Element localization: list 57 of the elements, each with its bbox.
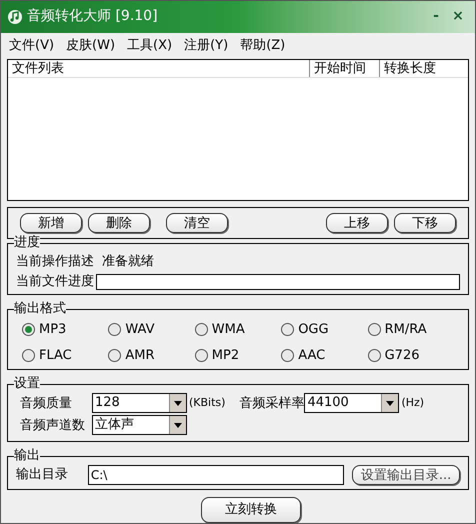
dropdown[interactable]: 128 — [92, 393, 187, 414]
caret-icon — [174, 400, 182, 406]
column-header[interactable]: 转换长度 — [380, 60, 468, 77]
button[interactable]: 上移 — [326, 212, 388, 233]
group-title: 进度 — [14, 234, 40, 251]
radio-button[interactable] — [281, 322, 294, 336]
button[interactable]: 新增 — [20, 212, 82, 233]
radio-button[interactable] — [108, 349, 122, 362]
button[interactable]: 删除 — [88, 212, 150, 233]
radio-button[interactable] — [22, 349, 35, 362]
radio-label: MP3 — [39, 320, 66, 339]
radio-button[interactable] — [194, 349, 208, 362]
field-label: 输出目录 — [16, 466, 69, 484]
dropdown[interactable]: 立体声 — [92, 415, 187, 436]
button[interactable]: 清空 — [166, 212, 228, 233]
field-label: 当前操作描述 — [16, 252, 94, 271]
caret-icon — [386, 400, 394, 406]
status-text: 准备就绪 — [102, 252, 154, 271]
column-header[interactable]: 文件列表 — [8, 60, 310, 77]
field-label: 音频质量 — [20, 394, 73, 413]
radio-label: RM/RA — [384, 320, 427, 339]
input-field[interactable]: C:\ — [88, 465, 344, 486]
unit-text: (KBits) — [189, 395, 226, 412]
caret-icon — [174, 422, 182, 428]
radio-label: AAC — [298, 347, 326, 366]
menu-item[interactable]: 工具(X) — [127, 36, 172, 56]
column-header[interactable]: 开始时间 — [310, 60, 380, 77]
field-label: 音频声道数 — [20, 416, 86, 435]
radio-button[interactable] — [368, 349, 381, 362]
radio-button[interactable] — [281, 349, 294, 362]
field-label: 音频采样率 — [239, 394, 304, 413]
close-button[interactable]: × — [447, 6, 469, 28]
menu-item[interactable]: 皮肤(W) — [66, 36, 116, 56]
radio-button[interactable] — [22, 322, 35, 336]
radio-label: FLAC — [39, 347, 72, 366]
unit-text: (Hz) — [401, 395, 424, 412]
dropdown[interactable]: 44100 — [304, 393, 400, 414]
field-label: 当前文件进度 — [16, 273, 94, 292]
group-title: 输出格式 — [14, 300, 66, 317]
radio-button[interactable] — [108, 322, 122, 336]
menu-item[interactable]: 注册(Y) — [184, 36, 228, 56]
radio-label: WAV — [125, 320, 154, 339]
radio-button[interactable] — [194, 322, 208, 336]
button[interactable]: 设置输出目录... — [352, 465, 460, 486]
minimize-button[interactable]: - — [425, 6, 447, 28]
radio-label: MP2 — [212, 347, 240, 366]
convert-button[interactable]: 立刻转换 — [201, 497, 301, 523]
music-note-icon — [7, 8, 23, 25]
radio-label: G726 — [384, 347, 420, 366]
radio-label: AMR — [125, 347, 155, 366]
radio-button[interactable] — [368, 322, 381, 336]
radio-label: OGG — [298, 320, 329, 339]
radio-label: WMA — [212, 320, 245, 339]
window-title: 音频转化大师 [9.10] — [27, 7, 158, 26]
menu-item[interactable]: 文件(V) — [9, 36, 54, 56]
button[interactable]: 下移 — [394, 212, 456, 233]
menu-item[interactable]: 帮助(Z) — [240, 36, 286, 56]
